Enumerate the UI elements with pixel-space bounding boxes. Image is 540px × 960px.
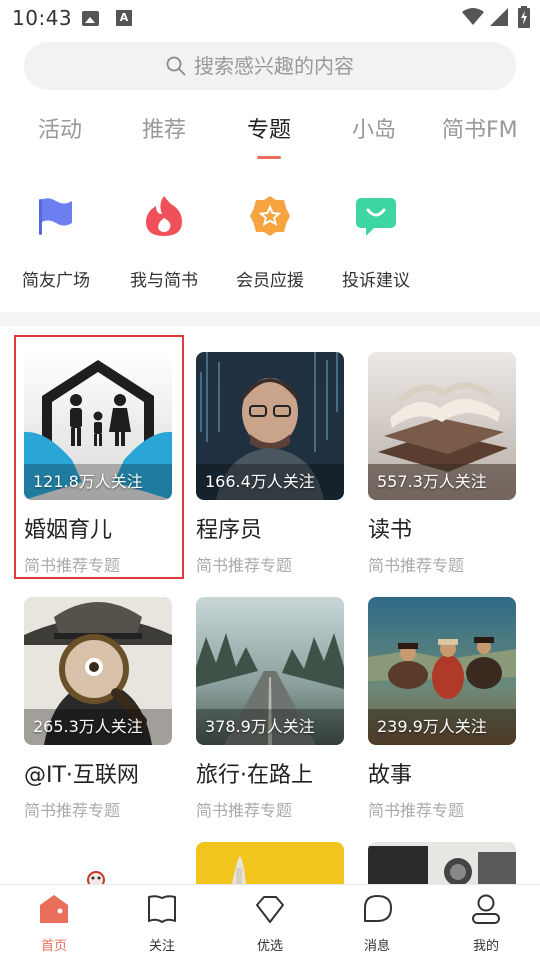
topic-subtitle: 简书推荐专题	[196, 556, 293, 575]
topic-card-partial[interactable]	[368, 842, 516, 884]
quick-action-me-and-jianshu[interactable]: 我与简书	[116, 180, 212, 300]
topic-subtitle: 简书推荐专题	[368, 801, 465, 820]
topic-subtitle: 简书推荐专题	[196, 801, 293, 820]
tab-topics[interactable]: 专题	[247, 112, 291, 144]
quick-action-label: 简友广场	[22, 271, 90, 291]
tab-island[interactable]: 小岛	[352, 112, 396, 144]
tab-activity[interactable]: 活动	[38, 112, 82, 144]
follower-count: 166.4万人关注	[205, 472, 315, 491]
camera-gear-image	[368, 842, 516, 884]
search-input[interactable]	[194, 54, 374, 78]
image-icon	[82, 11, 99, 26]
home-icon	[40, 895, 68, 923]
follower-count: 557.3万人关注	[377, 472, 487, 491]
tab-fm[interactable]: 简书FM	[442, 112, 518, 144]
active-tab-indicator	[257, 156, 281, 159]
status-bar: 10:43 A	[0, 0, 540, 36]
nav-home[interactable]: 首页	[4, 885, 104, 960]
topic-title: 读书	[368, 518, 413, 543]
search-bar[interactable]	[24, 42, 516, 90]
quick-actions: 简友广场 我与简书 会员应援 投诉建议	[0, 180, 540, 300]
wifi-icon	[462, 8, 484, 25]
follower-count: 265.3万人关注	[33, 717, 143, 736]
search-icon	[166, 56, 186, 76]
star-badge-icon	[250, 196, 290, 236]
quick-action-label: 投诉建议	[342, 271, 410, 291]
nav-label: 优选	[256, 939, 283, 954]
message-bubble-icon	[364, 895, 392, 922]
nav-following[interactable]: 关注	[112, 885, 212, 960]
tab-recommend[interactable]: 推荐	[142, 112, 186, 144]
quick-action-label: 会员应援	[236, 271, 304, 291]
nav-profile[interactable]: 我的	[436, 885, 536, 960]
topic-card-programmer[interactable]: 166.4万人关注 程序员 简书推荐专题	[196, 352, 344, 582]
selection-highlight	[14, 335, 184, 579]
quick-action-square[interactable]: 简友广场	[8, 180, 104, 300]
nav-label: 首页	[40, 939, 67, 954]
quick-action-membership[interactable]: 会员应援	[222, 180, 318, 300]
follower-count: 378.9万人关注	[205, 717, 315, 736]
flame-icon	[146, 196, 182, 236]
diamond-icon	[256, 896, 284, 923]
follower-count: 239.9万人关注	[377, 717, 487, 736]
status-time: 10:43	[12, 6, 73, 30]
font-a-icon: A	[116, 10, 132, 26]
topic-card-reading[interactable]: 557.3万人关注 读书 简书推荐专题	[368, 352, 516, 582]
topic-title: 旅行·在路上	[196, 763, 313, 788]
topic-title: 程序员	[196, 518, 263, 543]
topic-title: @IT·互联网	[24, 763, 139, 788]
bookmark-icon	[148, 895, 176, 923]
flag-icon	[39, 198, 72, 235]
bottom-navigation: 首页 关注 优选 消息 我的	[0, 884, 540, 960]
nav-featured[interactable]: 优选	[220, 885, 320, 960]
feedback-chat-icon	[356, 198, 396, 236]
section-divider	[0, 312, 540, 326]
topic-card-partial[interactable]	[24, 842, 172, 884]
topic-card-it-internet[interactable]: 265.3万人关注 @IT·互联网 简书推荐专题	[24, 597, 172, 827]
nav-label: 我的	[472, 939, 499, 954]
topic-subtitle: 简书推荐专题	[368, 556, 465, 575]
topic-card-partial[interactable]	[196, 842, 344, 884]
quick-action-feedback[interactable]: 投诉建议	[328, 180, 424, 300]
illustration-image	[24, 842, 172, 884]
user-icon	[472, 894, 500, 924]
nav-label: 关注	[148, 939, 175, 954]
topic-card-story[interactable]: 239.9万人关注 故事 简书推荐专题	[368, 597, 516, 827]
battery-icon	[518, 6, 530, 28]
topic-card-travel[interactable]: 378.9万人关注 旅行·在路上 简书推荐专题	[196, 597, 344, 827]
topic-subtitle: 简书推荐专题	[24, 801, 121, 820]
signal-icon	[490, 8, 508, 26]
nav-messages[interactable]: 消息	[327, 885, 427, 960]
top-tabs: 活动 推荐 专题 小岛 简书FM	[0, 100, 540, 160]
quick-action-label: 我与简书	[130, 271, 198, 291]
topic-title: 故事	[368, 763, 413, 788]
yellow-brush-image	[196, 842, 344, 884]
nav-label: 消息	[363, 939, 390, 954]
